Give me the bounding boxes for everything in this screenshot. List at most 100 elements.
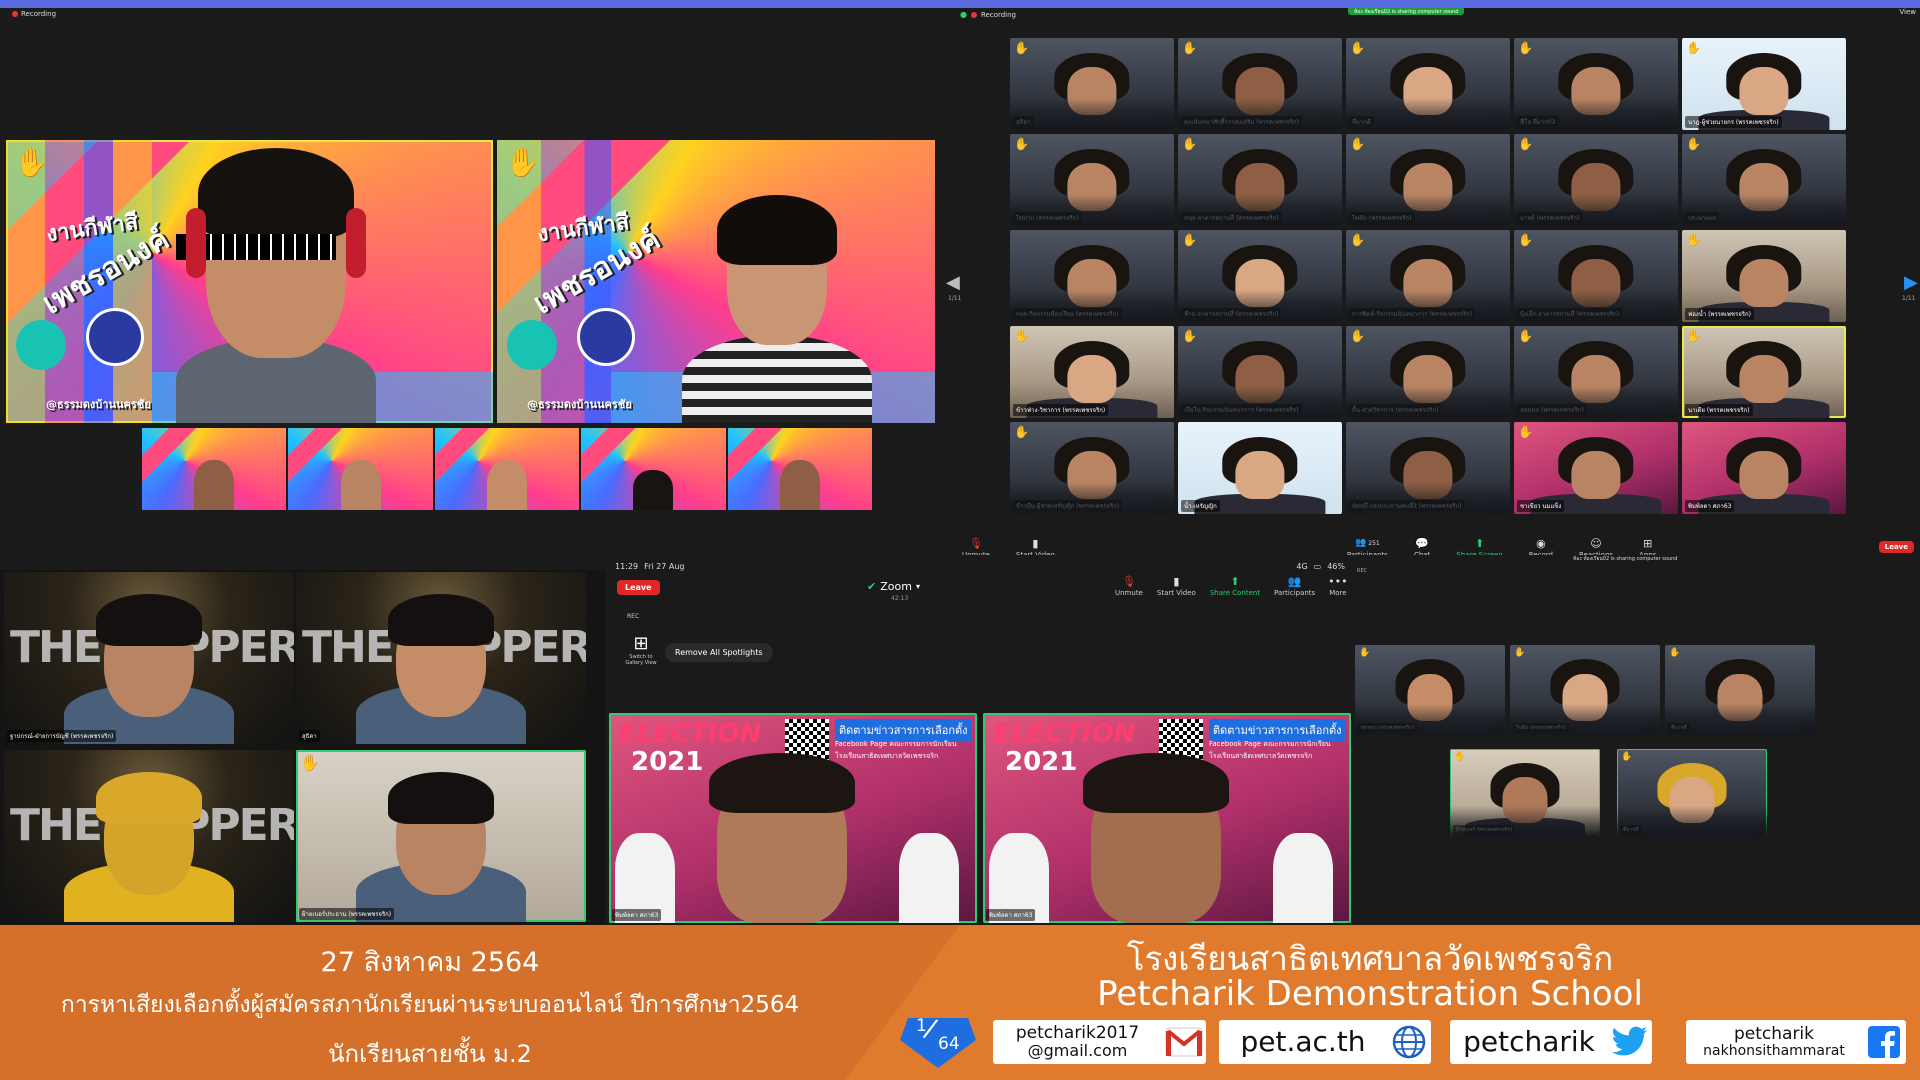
election-tile[interactable]: ELECTION 2021 ติดตามข่าวสารการเลือกตั้ง Fac… [983, 713, 1351, 923]
participant-tile[interactable]: ✋ ห่อหมก (พรรคเพชรจริก) [1355, 645, 1505, 735]
participant-tile[interactable]: ✋ นาเดีย (พรรคเพชรจริก) [1682, 326, 1846, 418]
participant-tile[interactable]: ✋ ข้าวปุ้น-ผู้ช่วยเหรัญญิก (พรรคเพชรจริก) [1010, 422, 1174, 514]
phone-participants-button[interactable]: 👥 Participants [1274, 575, 1315, 598]
filmstrip-tile[interactable] [434, 428, 580, 510]
facebook-icon [1862, 1020, 1906, 1064]
participant-tile[interactable]: ✋ นาฎ-ผู้ช่วยนายกร (พรรคเพชรจริก) [1682, 38, 1846, 130]
next-page-arrow-icon[interactable]: ▶ [1904, 272, 1918, 293]
participant-tile[interactable]: มัดหมี่-รองประธานคนที่2 (พรรคเพชรจริก) [1346, 422, 1510, 514]
participant-body [1026, 493, 1158, 514]
share-screen-icon: ⬆ [1474, 536, 1485, 550]
participant-tile[interactable]: ✋ ไข่ต้ม (พรรคเพชรจริก) [1346, 134, 1510, 226]
view-button[interactable]: View [1899, 8, 1916, 16]
participant-name: ห่อหมก (พรรคเพชรจริก) [1358, 723, 1418, 733]
participant-tile[interactable]: ✋ ไข่ปาบ (พรรคเพชรจริก) [1010, 134, 1174, 226]
participant-body [1362, 397, 1494, 418]
election-tile[interactable]: ELECTION 2021 ติดตามข่าวสารการเลือกตั้ง Fac… [609, 713, 977, 923]
raised-hand-icon: ✋ [1350, 329, 1365, 343]
social-label-2: nakhonsithammarat [1703, 1042, 1845, 1059]
participants-icon: 👥 251 [1355, 538, 1380, 548]
participant-tile[interactable]: ✋ มิ้น-ฝ่ายวิชาการ (พรรคเพชรจริก) [1346, 326, 1510, 418]
participant-tile[interactable]: กฤต-กิจกรรมห้องเรียน (พรรคเพชรจริก) [1010, 230, 1174, 322]
raised-hand-icon: ✋ [1686, 137, 1701, 151]
participant-tile[interactable]: น้ำ-เหรัญญิก [1178, 422, 1342, 514]
participant-body [1194, 301, 1326, 322]
participant-face [1407, 673, 1453, 721]
raised-hand-icon: ✋ [1182, 137, 1197, 151]
participant-name: ฝ้ายเบอร์ (พรรคเพชรจริก) [1453, 825, 1516, 835]
apps-icon: ⊞ [1643, 536, 1653, 550]
remove-spotlights-button[interactable]: Remove All Spotlights [665, 643, 773, 662]
main-share-tile-1[interactable]: ✋ งานกีฬาสี เพชรอนงค์ @ธรรมดงบ้านนครชัย [6, 140, 493, 423]
participant-tile[interactable]: ✋ ฝ้ายเบอร์ (พรรคเพชรจริก) [1450, 749, 1600, 837]
participant-tile[interactable]: ✋ มายด์ (พรรคเพชรจริก) [1514, 134, 1678, 226]
participant-tile[interactable]: ✋ ที่มากดี [1617, 749, 1767, 837]
record-icon: ◉ [1536, 536, 1546, 550]
filmstrip-tile[interactable] [288, 428, 433, 510]
participant-tile[interactable]: ✋ สุธิดา [1010, 38, 1174, 130]
phone-leave-button[interactable]: Leave [617, 580, 660, 595]
prev-page-arrow-icon[interactable]: ◀ [946, 272, 960, 293]
participant-name: คุณนันทนาศักดิ์การส่งเสริม (พรรคเพชรจริก… [1181, 116, 1302, 128]
filmstrip-tile[interactable] [581, 428, 726, 510]
main-share-tile-2[interactable]: ✋ งานกีฬาสี เพชรอนงค์ @ธรรมดงบ้านนครชัย [497, 140, 935, 423]
zoom-label[interactable]: ✔ Zoom ▾ [867, 580, 920, 593]
participant-tile[interactable]: ✋ ฝ้ายเบอร์ประธาน (พรรคเพชรจริก) [296, 750, 586, 922]
number-badge [86, 308, 144, 366]
participant-face [1067, 163, 1117, 212]
participant-body [1026, 301, 1158, 322]
participant-tile[interactable]: ✋ ที่มากดี [1665, 645, 1815, 735]
stream-frame: Recording ✋ งานกีฬาสี เพชรอนงค์ @ธรรมดงบ… [0, 0, 1920, 1080]
record-dot-icon [970, 11, 977, 18]
participant-tile[interactable]: ✋ ฟ้าอ-อาคารสถานที่ (พรรคเพชรจริก) [1178, 230, 1342, 322]
raised-hand-icon: ✋ [1686, 329, 1701, 343]
participant-tile[interactable]: ✋ คุณนันทนาศักดิ์การส่งเสริม (พรรคเพชรจริ… [1178, 38, 1342, 130]
participant-tile[interactable]: ✋ ฟองน้ำ (พรรคเพชรจริก) [1682, 230, 1846, 322]
election-info-line3: โรงเรียนสาธิตเทศบาลวัดเพชรจริก [1209, 752, 1313, 760]
social-link[interactable]: pet.ac.th [1219, 1020, 1431, 1064]
twitter-icon [1608, 1020, 1652, 1064]
participant-name: หนุ่ย-อาคารสถานที่ (พรรคเพชรจริก) [1181, 212, 1282, 224]
social-link[interactable]: petcharik2017 @gmail.com [993, 1020, 1206, 1064]
participant-tile[interactable]: ✋ การฟิตต์-กิจกรรมนันทนาการ (พรรคเพชรจริก… [1346, 230, 1510, 322]
mic-muted-icon: 🎙 [968, 536, 983, 550]
participant-hair [96, 594, 202, 646]
participant-hair [388, 772, 494, 824]
participant-tile[interactable]: ✋ หนุ่ย-อาคารสถานที่ (พรรคเพชรจริก) [1178, 134, 1342, 226]
page-indicator: 1/11 [1902, 295, 1916, 302]
participant-tile[interactable]: ✋ ไข่ต้ม (พรรคเพชรจริก) [1510, 645, 1660, 735]
switch-gallery-button[interactable]: ⊞ Switch to Gallery View [621, 633, 661, 666]
page-indicator: 1/11 [948, 295, 962, 302]
raised-hand-icon: ✋ [1518, 41, 1533, 55]
participant-tile[interactable]: THE RAPPER สุธิดา [296, 572, 586, 744]
participant-tile[interactable]: ✋ ห่อหมก (พรรคเพชรจริก) [1514, 326, 1678, 418]
participant-name: ที่มากดี [1620, 825, 1642, 835]
more-button[interactable]: ••• More [1328, 575, 1347, 598]
participant-tile[interactable]: ✋ เปียโน-กิจกรรมนันทนาการ (พรรคเพชรจริก) [1178, 326, 1342, 418]
filmstrip-tile[interactable] [142, 428, 287, 510]
participant-tile[interactable]: ✋ ฟีโอ ที่มาก02 [1514, 38, 1678, 130]
participant-tile[interactable]: THE RAPPER ฐาปกรณ์-ฝ่ายการบัญชี (พรรคเพชร… [4, 572, 294, 744]
student-right [1273, 833, 1333, 923]
election-banner: ELECTION [993, 719, 1136, 749]
banner-caption: @ธรรมดงบ้านนครชัย [527, 398, 632, 411]
participant-tile[interactable]: ✋ ชาเขียว นมแข็ง [1514, 422, 1678, 514]
share-content-button[interactable]: ⬆ Share Content [1210, 575, 1260, 598]
social-link[interactable]: petcharik nakhonsithammarat [1686, 1020, 1906, 1064]
participant-tile[interactable]: ✋ ที่มากดี [1346, 38, 1510, 130]
participant-tile[interactable]: THE RAPPER [4, 750, 294, 922]
leave-button[interactable]: Leave [1878, 541, 1914, 553]
participant-tile[interactable]: ✋ ประมวลผล [1682, 134, 1846, 226]
participant-tile[interactable]: พิมพ์ลดา ศภา63 [1682, 422, 1846, 514]
participant-body [1362, 493, 1494, 514]
participant-tile[interactable]: ✋ บุ้งเล็ก-อาคารสถานที่ (พรรคเพชรจริก) [1514, 230, 1678, 322]
filmstrip-tile[interactable] [727, 428, 873, 510]
participant-name: ฟองน้ำ (พรรคเพชรจริก) [1685, 308, 1754, 320]
phone-unmute-button[interactable]: 🎙 Unmute [1115, 575, 1143, 598]
participant-tile[interactable]: ✋ ข้าวฟ่าง-วิชาการ (พรรคเพชรจริก) [1010, 326, 1174, 418]
participant-name: ฟ้าอ-อาคารสถานที่ (พรรคเพชรจริก) [1181, 308, 1282, 320]
social-link[interactable]: petcharik [1450, 1020, 1652, 1064]
participant-face [1067, 451, 1117, 500]
phone-start-video-button[interactable]: ▮ Start Video [1157, 575, 1196, 598]
gmail-icon [1162, 1020, 1206, 1064]
